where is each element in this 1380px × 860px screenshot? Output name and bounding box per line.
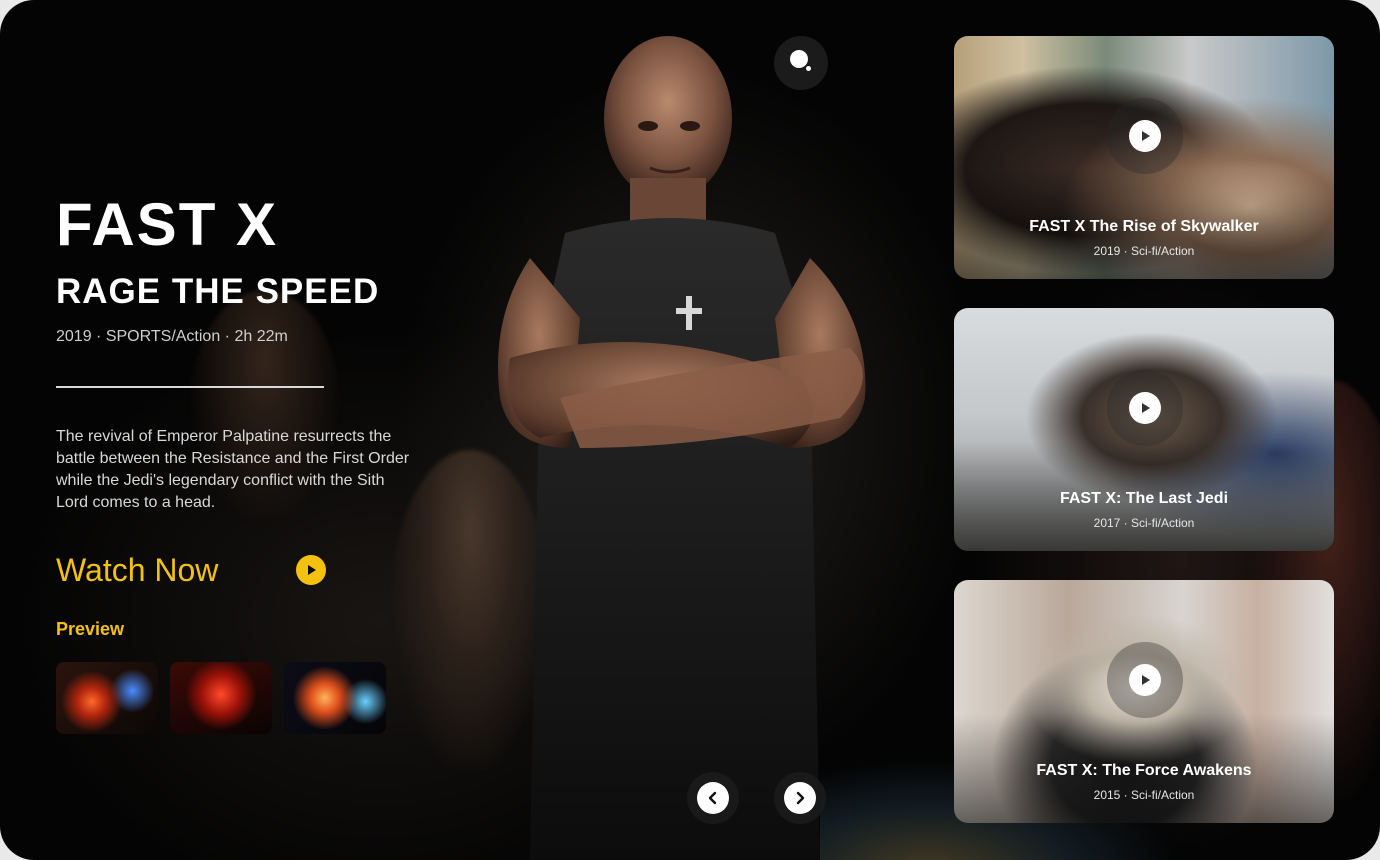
movie-card[interactable]: FAST X: The Force Awakens 2015 · Sci-fi/… <box>954 580 1334 823</box>
play-icon[interactable] <box>296 555 326 585</box>
watch-now-button[interactable]: Watch Now <box>56 548 326 592</box>
hero-image <box>470 18 910 860</box>
preview-thumbnail[interactable] <box>170 662 272 734</box>
movie-meta: 2019 · SPORTS/Action · 2h 22m <box>56 328 288 345</box>
movie-subtitle: RAGE THE SPEED <box>56 272 380 311</box>
card-title: FAST X: The Last Jedi <box>1059 490 1229 507</box>
play-icon[interactable] <box>1129 392 1161 424</box>
card-title: FAST X The Rise of Skywalker <box>1029 218 1259 235</box>
search-icon <box>788 48 814 78</box>
play-icon[interactable] <box>1129 664 1161 696</box>
app-frame: FAST X RAGE THE SPEED 2019 · SPORTS/Acti… <box>0 0 1380 860</box>
card-title: FAST X: The Force Awakens <box>1036 762 1252 779</box>
chevron-right-icon <box>784 782 816 814</box>
movie-card[interactable]: FAST X The Rise of Skywalker 2019 · Sci-… <box>954 36 1334 279</box>
divider <box>56 386 324 388</box>
preview-thumbnail[interactable] <box>56 662 158 734</box>
movie-card[interactable]: FAST X: The Last Jedi 2017 · Sci-fi/Acti… <box>954 308 1334 551</box>
next-button[interactable] <box>774 772 826 824</box>
card-meta: 2019 · Sci-fi/Action <box>1093 244 1195 258</box>
movie-description: The revival of Emperor Palpatine resurre… <box>56 428 410 511</box>
preview-thumbnail[interactable] <box>284 662 386 734</box>
chevron-left-icon <box>697 782 729 814</box>
search-button[interactable] <box>774 36 828 90</box>
preview-thumbnails <box>56 662 386 734</box>
previous-button[interactable] <box>687 772 739 824</box>
card-meta: 2017 · Sci-fi/Action <box>1093 516 1195 530</box>
preview-heading: Preview <box>56 619 125 639</box>
watch-now-label: Watch Now <box>56 551 219 588</box>
card-meta: 2015 · Sci-fi/Action <box>1093 788 1195 802</box>
play-icon[interactable] <box>1129 120 1161 152</box>
movie-title: FAST X <box>56 191 279 258</box>
